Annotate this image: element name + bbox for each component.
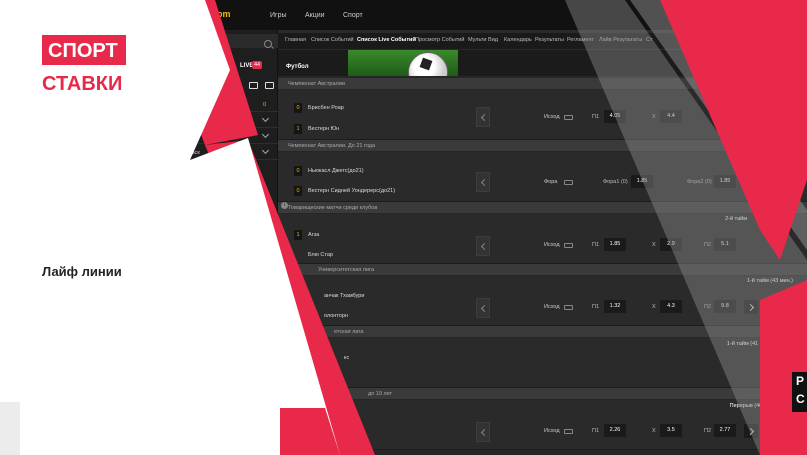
sports-sidebar: LIVE 44 лы 0 бол (9) Хоккей (2) Баск bbox=[150, 30, 278, 455]
chevron-down-icon bbox=[261, 130, 270, 139]
subnav-results[interactable]: Результаты bbox=[535, 37, 564, 43]
match-row[interactable]: Перерыв (46 мин.) Исход П1 2.26 Х 3.5 П2… bbox=[278, 400, 807, 450]
sportsbook-screenshot: Boom Игры Акции Спорт LIVE 44 лы 0 бол (… bbox=[0, 0, 807, 455]
odd-button[interactable]: 4.05 bbox=[604, 110, 626, 123]
prev-market-button[interactable] bbox=[476, 236, 490, 256]
league-header[interactable]: Университетская лига bbox=[278, 264, 807, 275]
nav-promotions[interactable]: Акции bbox=[305, 12, 325, 19]
nav-sport[interactable]: Спорт bbox=[343, 12, 363, 19]
prev-market-button[interactable] bbox=[476, 172, 490, 192]
subnav-events[interactable]: Список Событий bbox=[311, 37, 354, 43]
market-icon bbox=[564, 243, 573, 248]
globe-icon[interactable] bbox=[210, 82, 219, 89]
subnav-stats[interactable]: Ст bbox=[646, 37, 653, 43]
prev-market-button[interactable] bbox=[476, 107, 490, 127]
multiview-icon[interactable] bbox=[249, 82, 258, 89]
live-events-list: Футбол Чемпионат Австралии 0 Брисбен Роа… bbox=[278, 50, 807, 455]
odd-button[interactable]: 5.1 bbox=[714, 238, 736, 251]
odd-button[interactable]: 4.4 bbox=[660, 110, 682, 123]
subnav-live-events[interactable]: Список Live Событий bbox=[357, 37, 416, 43]
search-icon[interactable] bbox=[264, 40, 272, 48]
chevron-down-icon bbox=[261, 146, 270, 155]
league-header[interactable]: Товарищеские матчи среди клубов i bbox=[278, 202, 807, 213]
league-header[interactable]: Чемпионат Австралии bbox=[278, 78, 807, 89]
subnav-home[interactable]: Главная bbox=[285, 37, 306, 43]
sidebar-search-input[interactable] bbox=[150, 34, 278, 48]
odd-button[interactable]: 2.77 bbox=[714, 424, 736, 437]
sub-navigation: Главная Список Событий Список Live Событ… bbox=[278, 33, 807, 49]
market-icon bbox=[564, 429, 573, 434]
subnav-view-events[interactable]: Просмотр Событий bbox=[415, 37, 464, 43]
sidebar-item-hockey[interactable]: Хоккей (2) bbox=[150, 130, 278, 144]
odd-button[interactable]: 4.3 bbox=[660, 300, 682, 313]
monitor-icon[interactable] bbox=[265, 82, 274, 89]
league-header[interactable]: до 19 лет i bbox=[278, 388, 807, 399]
more-markets-button[interactable]: +106 bbox=[763, 300, 779, 314]
info-icon[interactable]: i bbox=[281, 388, 288, 395]
sport-banner: Футбол bbox=[278, 50, 807, 76]
odd-button[interactable]: 1.85 bbox=[631, 175, 653, 188]
league-header[interactable]: етская лига bbox=[278, 326, 807, 337]
sidebar-item-football[interactable]: бол (9) bbox=[150, 114, 278, 128]
sidebar-item-favorites[interactable]: лы 0 bbox=[150, 98, 278, 112]
odd-button[interactable]: 1.85 bbox=[604, 238, 626, 251]
site-logo[interactable]: Boom bbox=[205, 9, 231, 19]
market-icon bbox=[564, 305, 573, 310]
match-row[interactable]: 1-й тайм (41 мин.) кс 0 bbox=[278, 338, 807, 388]
odd-button[interactable]: 9.8 bbox=[714, 300, 736, 313]
nav-games[interactable]: Игры bbox=[270, 12, 287, 19]
info-icon[interactable]: i bbox=[281, 202, 288, 209]
subnav-multiview[interactable]: Мульти Вид bbox=[468, 37, 498, 43]
chevron-down-icon bbox=[261, 114, 270, 123]
calendar-icon[interactable] bbox=[232, 82, 241, 89]
prev-market-button[interactable] bbox=[476, 422, 490, 442]
more-markets-button[interactable]: +161 bbox=[763, 424, 779, 438]
subnav-calendar[interactable]: Календарь bbox=[504, 37, 532, 43]
sidebar-item-basketball[interactable]: Баск bbox=[150, 146, 278, 160]
market-icon bbox=[564, 115, 573, 120]
subnav-live-results[interactable]: Лайв Результаты bbox=[599, 37, 642, 43]
odd-button[interactable]: 2.9 bbox=[660, 238, 682, 251]
top-navigation: Boom Игры Акции Спорт bbox=[0, 0, 807, 30]
subnav-rules[interactable]: Регламент bbox=[567, 37, 594, 43]
match-row[interactable]: 0 Брисбен Роар 1 Вестерн Юн Исход П1 4.0… bbox=[278, 90, 807, 140]
match-row[interactable]: 0 Ньюкасл Джетс(до21) 0 Вестерн Сидней У… bbox=[278, 152, 807, 202]
next-market-button[interactable] bbox=[744, 424, 758, 438]
league-header[interactable]: Чемпионат Австралии. До 21 года bbox=[278, 140, 807, 151]
more-markets-button[interactable]: 0 bbox=[763, 362, 777, 376]
live-count-badge: 44 bbox=[252, 61, 263, 69]
odd-button[interactable]: 1.85 bbox=[714, 175, 736, 188]
odd-button[interactable]: 3.5 bbox=[660, 424, 682, 437]
section-title: Футбол bbox=[286, 64, 309, 70]
market-icon bbox=[564, 180, 573, 185]
odd-button[interactable]: 1.32 bbox=[604, 300, 626, 313]
odd-button[interactable]: 2.26 bbox=[604, 424, 626, 437]
match-row[interactable]: 1-й тайм (43 мин.) анчак Тхамбури олонто… bbox=[278, 276, 807, 326]
next-market-button[interactable] bbox=[744, 300, 758, 314]
prev-market-button[interactable] bbox=[476, 298, 490, 318]
match-row[interactable]: 2-й тайм 1 Агза Блю Стар Исход П1 1.85 Х… bbox=[278, 214, 807, 264]
